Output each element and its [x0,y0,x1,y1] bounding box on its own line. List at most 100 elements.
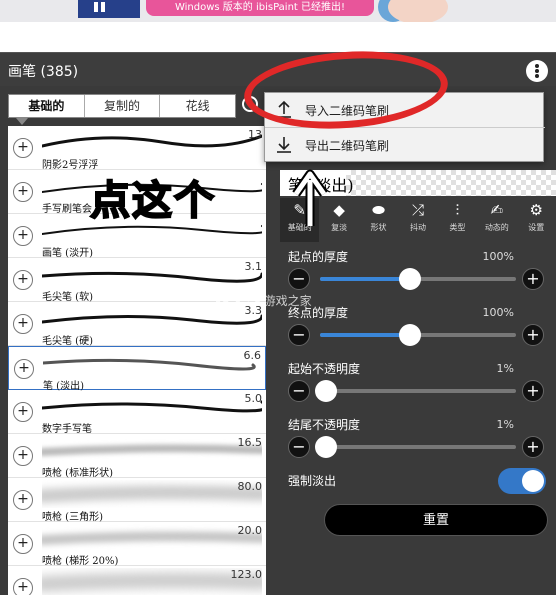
decrease-button[interactable]: − [288,380,310,402]
tool-label: 形状 [370,223,387,232]
annotation-text: 点这个 [89,177,216,225]
brush-settings-panel: 笔 (淡出) ✎ 基础的 ◆ 复淡 ⬬ 形状 ⤮ 抖动 ⫶ 类型 ✍ 动态的 ⚙ 设置 起点的厚度 100%… [280,170,556,595]
toggle-knob [522,470,544,492]
tab-copied[interactable]: 复制的 [85,95,161,117]
tool-label: 设置 [528,223,545,232]
brush-name: 数字手写笔 [42,424,92,435]
setting-value: 1% [496,362,514,375]
more-menu-button[interactable] [526,60,548,82]
force-fade-row: 强制淡出 [280,466,556,496]
reset-button[interactable]: 重置 [324,504,548,536]
brush-stroke-preview [42,444,262,456]
add-brush-button[interactable]: + [13,578,33,595]
menu-item-export-label: 导出二维码笔刷 [305,139,390,153]
slider-fill [320,277,410,281]
tool-label: 抖动 [409,223,426,232]
add-brush-button[interactable]: + [13,534,33,554]
brush-size-value: 123.0 [230,568,263,581]
brush-row[interactable]: +20.0 喷枪 (梯形 20%) [8,522,266,567]
setting-slider-row: 终点的厚度 100% − + [280,304,556,360]
add-brush-button[interactable]: + [13,226,33,246]
watermark: K73 游戏之家 [214,286,312,311]
brush-stroke-preview [42,134,262,148]
tool-label: 类型 [449,223,466,232]
add-brush-button[interactable]: + [13,270,33,290]
brush-size-value: 13 [248,128,262,141]
brush-name: 画笔 (淡开) [42,248,93,259]
slider-knob[interactable] [315,436,337,458]
ad-banner[interactable]: Windows 版本的 ibisPaint 已经推出! [0,0,556,22]
brush-stroke-preview [42,400,262,413]
tool-shuffle[interactable]: ⤮ 抖动 [398,198,437,242]
increase-button[interactable]: + [522,380,544,402]
tab-lines[interactable]: 花线 [160,95,235,117]
brush-row[interactable]: +13 阴影2号浮浮 [8,126,266,171]
brush-size-value: 16.5 [237,436,263,449]
shuffle-icon: ⤮ [411,201,424,219]
brush-size-value: 20.0 [237,524,263,537]
brush-row[interactable]: +80.0 喷枪 (三角形) [8,478,266,523]
force-fade-toggle[interactable] [498,468,546,494]
brush-stroke-preview [42,572,262,592]
brush-row[interactable]: +5.0 数字手写笔 [8,390,266,435]
tool-sliders[interactable]: ⫶ 类型 [438,198,477,242]
brush-name: 毛尖笔 (软) [42,292,93,303]
add-brush-button[interactable]: + [13,314,33,334]
decrease-button[interactable]: − [288,324,310,346]
ellipse-icon: ⬬ [372,201,385,219]
tool-dynamic-brush[interactable]: ✍ 动态的 [477,198,516,242]
brush-name: 喷枪 (标准形状) [42,468,113,479]
add-brush-button[interactable]: + [13,490,33,510]
slider-track[interactable] [320,268,516,290]
ad-illustration-face [388,0,448,22]
brush-category-tabs: 基础的 复制的 花线 [8,94,236,118]
more-icon [535,64,539,68]
slider-knob[interactable] [399,268,421,290]
increase-button[interactable]: + [522,268,544,290]
tool-ellipse[interactable]: ⬬ 形状 [359,198,398,242]
slider-knob[interactable] [315,380,337,402]
setting-label: 起始不透明度 [288,362,361,376]
setting-label: 结尾不透明度 [288,418,361,432]
add-brush-button[interactable]: + [13,446,33,466]
setting-slider-row: 起始不透明度 1% − + [280,360,556,416]
tab-basic[interactable]: 基础的 [9,95,85,117]
slider-track[interactable] [315,380,516,402]
brush-size-value: 3.1 [244,260,263,273]
brush-stroke-preview [42,485,262,503]
watermark-text: 游戏之家 [263,294,312,308]
increase-button[interactable]: + [522,324,544,346]
panel-title: 画笔 (385) [8,64,79,80]
brush-size-value: 80.0 [237,480,263,493]
setting-value: 100% [482,306,514,319]
dynamic-brush-icon: ✍ [490,201,504,219]
ad-text[interactable]: Windows 版本的 ibisPaint 已经推出! [146,0,374,16]
brush-size-value: 5.0 [244,392,263,405]
brush-name: 毛尖笔 (硬) [42,336,93,347]
slider-track[interactable] [320,324,516,346]
brush-name: 喷枪 (三角形) [42,512,103,523]
brush-row[interactable]: +16.5 喷枪 (标准形状) [8,434,266,479]
slider-fill [320,333,410,337]
tool-gear[interactable]: ⚙ 设置 [517,198,556,242]
decrease-button[interactable]: − [288,436,310,458]
brush-stroke-preview [42,531,262,545]
watermark-logo: K73 [214,286,262,311]
menu-item-export-qr[interactable]: 导出二维码笔刷 [265,128,545,163]
brush-stroke-preview [43,358,256,371]
slider-track[interactable] [315,436,516,458]
brush-row[interactable]: +123.0 [8,566,266,595]
add-brush-button[interactable]: + [13,402,33,422]
setting-label: 起点的厚度 [288,250,349,264]
brush-size-value: 6.6 [243,349,262,362]
transparency-grid [346,170,556,196]
top-gap [0,22,556,52]
brush-row[interactable]: +6.6 笔 (淡出) [8,346,266,392]
setting-value: 1% [496,418,514,431]
add-brush-button[interactable]: + [13,138,33,158]
increase-button[interactable]: + [522,436,544,458]
add-brush-button[interactable]: + [14,359,34,379]
slider-knob[interactable] [399,324,421,346]
add-brush-button[interactable]: + [13,182,33,202]
setting-value: 100% [482,250,514,263]
